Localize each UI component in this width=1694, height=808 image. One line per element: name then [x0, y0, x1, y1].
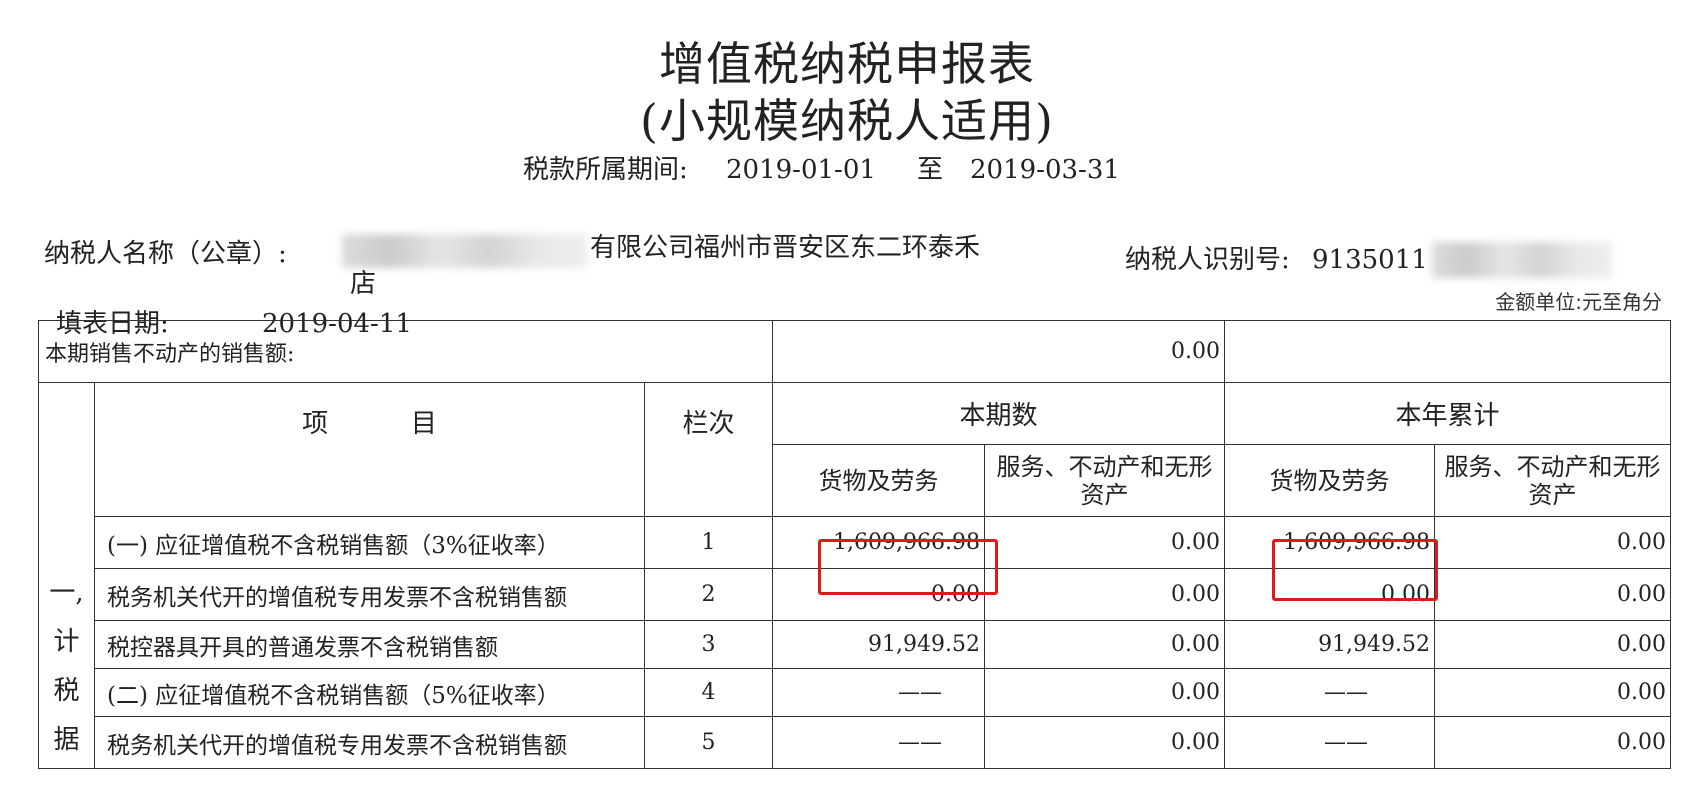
- row-no: 5: [643, 716, 774, 769]
- section-label-cell: 一, 计 税 据: [38, 382, 95, 769]
- period-end: 2019-03-31: [970, 155, 1120, 185]
- header-item: 项 目: [94, 382, 645, 517]
- header-row-1: 一, 计 税 据 项 目 栏次 本期数 本年累计: [38, 382, 1672, 769]
- row-ytd-services: 0.00: [1434, 620, 1672, 669]
- row-item: 税务机关代开的增值税专用发票不含税销售额: [94, 568, 645, 621]
- section-char: 一,: [49, 578, 84, 608]
- row-ytd-services: 0.00: [1434, 516, 1672, 569]
- row-cur-goods: ——: [772, 716, 986, 769]
- row-ytd-services: 0.00: [1434, 568, 1672, 621]
- highlight-box-current: [818, 539, 998, 595]
- section-char: 计: [53, 627, 80, 657]
- row-cur-services: 0.00: [984, 716, 1226, 769]
- taxpayer-name-visible: 有限公司福州市晋安区东二环泰禾: [590, 233, 981, 263]
- section-char: 税: [53, 676, 80, 706]
- amount-unit-note: 金额单位:元至角分: [1495, 290, 1662, 314]
- highlight-box-ytd: [1272, 539, 1438, 601]
- real-estate-row: 本期销售不动产的销售额: 0.00: [37, 320, 1672, 383]
- row-no: 2: [643, 568, 774, 621]
- real-estate-ytd-empty: [1224, 320, 1672, 383]
- period-label: 税款所属期间:: [523, 155, 688, 185]
- table-row: 税控器具开具的普通发票不含税销售额 3 91,949.52 0.00 91,94…: [39, 620, 1672, 669]
- row-item: (二) 应征增值税不含税销售额（5%征收率）: [94, 668, 645, 717]
- header-col-no: 栏次: [643, 382, 774, 517]
- real-estate-value: 0.00: [772, 320, 1226, 383]
- row-no: 4: [643, 668, 774, 717]
- taxpayer-name-line2: 店: [350, 269, 377, 299]
- form-subtitle: (小规模纳税人适用): [640, 94, 1054, 148]
- row-no: 3: [643, 620, 774, 669]
- row-cur-services: 0.00: [984, 620, 1226, 669]
- row-ytd-goods: ——: [1224, 716, 1436, 769]
- header-cur-goods: 货物及劳务: [772, 444, 986, 517]
- row-cur-services: 0.00: [984, 516, 1226, 569]
- form-title: 增值税纳税申报表: [659, 37, 1035, 91]
- period-start: 2019-01-01: [726, 155, 876, 185]
- row-ytd-services: 0.00: [1434, 668, 1672, 717]
- row-no: 1: [643, 516, 774, 569]
- row-cur-services: 0.00: [984, 568, 1226, 621]
- row-ytd-goods: ——: [1224, 668, 1436, 717]
- row-item: 税务机关代开的增值税专用发票不含税销售额: [94, 716, 645, 769]
- redacted-id-blur: [1432, 242, 1612, 278]
- row-item: (一) 应征增值税不含税销售额（3%征收率）: [94, 516, 645, 569]
- section-char: 据: [53, 725, 80, 755]
- real-estate-label: 本期销售不动产的销售额:: [37, 320, 774, 383]
- row-ytd-goods: 91,949.52: [1224, 620, 1436, 669]
- period-to: 至: [917, 155, 944, 185]
- taxpayer-name-label: 纳税人名称（公章）:: [44, 239, 287, 269]
- header-cur-services: 服务、不动产和无形资产: [984, 444, 1226, 517]
- row-ytd-services: 0.00: [1434, 716, 1672, 769]
- header-ytd-services: 服务、不动产和无形资产: [1434, 444, 1672, 517]
- row-item: 税控器具开具的普通发票不含税销售额: [94, 620, 645, 669]
- header-current-period: 本期数: [772, 382, 1226, 445]
- taxpayer-id-label: 纳税人识别号:: [1125, 245, 1290, 275]
- row-cur-services: 0.00: [984, 668, 1226, 717]
- row-cur-goods: 91,949.52: [772, 620, 986, 669]
- table-row: 税务机关代开的增值税专用发票不含税销售额 5 —— 0.00 —— 0.00: [39, 716, 1672, 769]
- header-ytd: 本年累计: [1224, 382, 1672, 445]
- header-ytd-goods: 货物及劳务: [1224, 444, 1436, 517]
- taxpayer-id-visible: 9135011: [1312, 245, 1428, 275]
- row-cur-goods: ——: [772, 668, 986, 717]
- table-row: (二) 应征增值税不含税销售额（5%征收率） 4 —— 0.00 —— 0.00: [39, 668, 1672, 717]
- redacted-name-blur: [342, 234, 587, 268]
